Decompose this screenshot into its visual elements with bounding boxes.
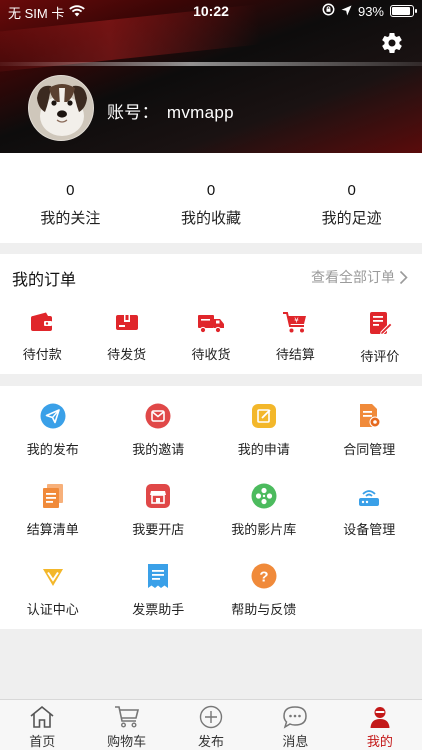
tool-my-posts[interactable]: 我的发布 (0, 403, 106, 458)
stat-count: 0 (206, 182, 216, 199)
tab-messages[interactable]: 消息 (253, 700, 337, 750)
cart-icon: ¥ (283, 312, 307, 333)
stat-favorites[interactable]: 0 我的收藏 (141, 153, 282, 243)
tool-label: 我的申请 (237, 442, 290, 457)
order-label: 待结算 (275, 347, 315, 362)
invite-icon (145, 403, 171, 429)
stat-count: 0 (66, 182, 75, 199)
package-icon (115, 315, 138, 330)
view-all-orders-label: 查看全部订单 (311, 269, 395, 285)
wallet-icon (31, 312, 53, 331)
svg-text:?: ? (259, 569, 268, 586)
tool-label: 我要开店 (132, 522, 185, 537)
truck-icon (198, 315, 225, 334)
stats-row: 0 我的关注 0 我的收藏 0 我的足迹 (0, 153, 422, 243)
film-reel-icon (251, 483, 277, 509)
tab-label: 发布 (198, 734, 225, 749)
shop-icon (146, 484, 171, 508)
settlement-icon (42, 484, 63, 508)
stat-label: 我的收藏 (181, 210, 242, 227)
battery-percent: 93% (357, 3, 384, 19)
rotation-lock-icon (322, 3, 335, 19)
stat-label: 我的关注 (40, 210, 101, 227)
location-arrow-icon (341, 4, 352, 19)
account-name: mvmapp (166, 103, 234, 122)
message-icon (283, 706, 308, 729)
dog-avatar-image (29, 76, 93, 140)
help-icon: ? (251, 563, 277, 589)
tool-label: 合同管理 (343, 442, 396, 457)
svg-text:¥: ¥ (295, 317, 300, 325)
order-pending-payment[interactable]: 待付款 (0, 311, 84, 365)
tool-label: 认证中心 (26, 602, 79, 617)
tools-grid: 我的发布 我的邀请 我的申请 合同管理 结算清单 我要开店 我的影片库 设备管理… (0, 386, 422, 629)
order-pending-settlement[interactable]: ¥ 待结算 (253, 311, 337, 365)
battery-level (392, 7, 410, 15)
tab-publish[interactable]: 发布 (169, 700, 253, 750)
tool-label: 我的影片库 (231, 522, 297, 537)
header-shine (0, 62, 422, 66)
tool-my-invites[interactable]: 我的邀请 (106, 403, 212, 458)
view-all-orders-link[interactable]: 查看全部订单 (311, 267, 408, 287)
order-pending-receipt[interactable]: 待收货 (169, 311, 253, 365)
tool-label: 设备管理 (343, 522, 396, 537)
status-bar: 无 SIM 卡 10:22 93% (0, 0, 422, 22)
account-info: 账号： mvmapp (107, 98, 242, 123)
tool-label: 我的邀请 (132, 442, 185, 457)
home-icon (30, 705, 54, 728)
tab-label: 消息 (282, 734, 309, 749)
stat-footprints[interactable]: 0 我的足迹 (281, 153, 422, 243)
order-label: 待发货 (107, 347, 147, 362)
tool-settlement-list[interactable]: 结算清单 (0, 483, 106, 538)
tool-label: 发票助手 (132, 602, 185, 617)
profile-header: 无 SIM 卡 10:22 93% 账号： mvmapp (0, 0, 422, 153)
user-icon (370, 707, 390, 728)
order-label: 待付款 (22, 347, 62, 362)
tab-label: 首页 (29, 734, 56, 749)
tool-film-library[interactable]: 我的影片库 (211, 483, 317, 538)
tool-my-applications[interactable]: 我的申请 (211, 403, 317, 458)
chevron-right-icon (399, 270, 408, 284)
tool-label: 结算清单 (26, 522, 79, 537)
tool-device-management[interactable]: 设备管理 (317, 483, 422, 538)
apply-icon (251, 404, 276, 428)
order-pending-review[interactable]: 待评价 (338, 311, 422, 365)
order-label: 待收货 (191, 347, 231, 362)
tab-mine[interactable]: 我的 (338, 700, 422, 750)
orders-section: 我的订单 查看全部订单 待付款 待发货 待收货 ¥ 待结算 待评价 (0, 254, 422, 374)
account-label: 账号： (107, 103, 159, 122)
device-icon (359, 490, 380, 506)
stat-label: 我的足迹 (321, 210, 382, 227)
review-icon (369, 312, 393, 336)
stat-following[interactable]: 0 我的关注 (0, 153, 141, 243)
verify-icon (42, 569, 63, 586)
tool-verification-center[interactable]: 认证中心 (0, 563, 106, 618)
tool-invoice-assistant[interactable]: 发票助手 (106, 563, 212, 618)
invoice-icon (148, 564, 169, 588)
tab-label: 购物车 (107, 734, 147, 749)
order-label: 待评价 (360, 349, 400, 364)
send-icon (40, 403, 66, 429)
stat-count: 0 (347, 182, 356, 199)
orders-title: 我的订单 (12, 272, 77, 289)
gear-icon (382, 33, 402, 54)
tool-open-shop[interactable]: 我要开店 (106, 483, 212, 538)
tool-label: 帮助与反馈 (231, 602, 297, 617)
tool-help-feedback[interactable]: ? 帮助与反馈 (211, 563, 317, 618)
tool-label: 我的发布 (26, 442, 79, 457)
tab-home[interactable]: 首页 (0, 700, 84, 750)
avatar[interactable] (28, 75, 94, 141)
tab-cart[interactable]: 购物车 (84, 700, 168, 750)
cart-icon (114, 706, 139, 728)
tab-bar: 首页 购物车 发布 消息 我的 (0, 699, 422, 750)
settings-button[interactable] (380, 31, 404, 55)
tool-contract-management[interactable]: 合同管理 (317, 403, 422, 458)
tab-label: 我的 (366, 734, 393, 749)
contract-icon (360, 404, 381, 428)
add-circle-icon (199, 705, 223, 729)
battery-icon (390, 5, 417, 17)
order-pending-shipment[interactable]: 待发货 (84, 311, 168, 365)
